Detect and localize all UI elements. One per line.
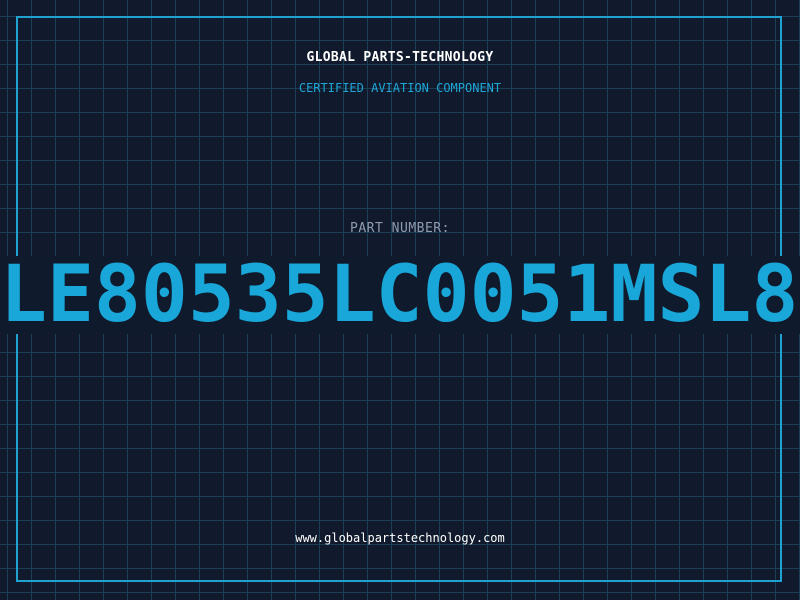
certification-subtitle: CERTIFIED AVIATION COMPONENT: [298, 81, 502, 95]
company-name: GLOBAL PARTS-TECHNOLOGY: [306, 50, 494, 65]
label-canvas: { "header": { "company": "GLOBAL PARTS-T…: [0, 0, 800, 600]
website-url: www.globalpartstechnology.com: [295, 531, 505, 545]
part-number-label: PART NUMBER:: [350, 221, 450, 236]
part-number-band: LE80535LC0051MSL8FL: [0, 256, 800, 334]
part-number-value: LE80535LC0051MSL8FL: [0, 256, 800, 334]
